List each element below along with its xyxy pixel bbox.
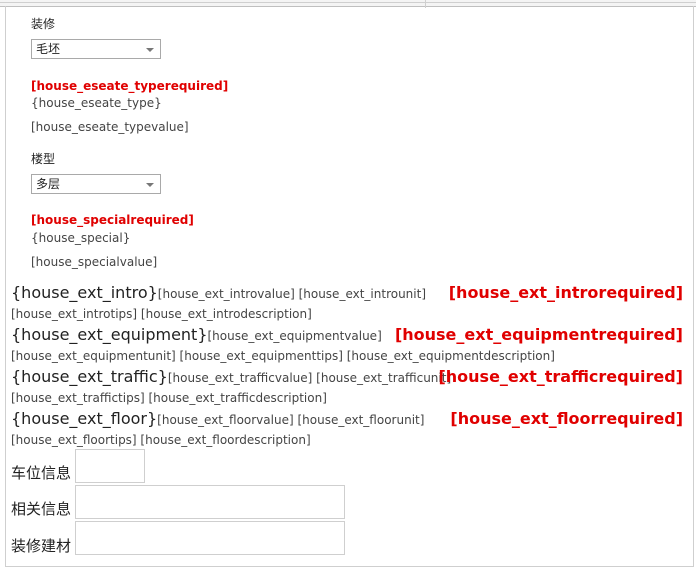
parking-info-label: 车位信息 — [11, 464, 72, 482]
house-ext-traffic-line2: [house_ext_traffictips] [house_ext_traff… — [11, 391, 327, 405]
building-type-label: 楼型 — [31, 152, 56, 166]
parking-info-input[interactable] — [75, 449, 145, 483]
decoration-materials-label: 装修建材 — [11, 537, 72, 555]
building-type-select-value: 多层 — [36, 177, 61, 191]
house-ext-equipment-field: {house_ext_equipment}[house_ext_equipmen… — [11, 325, 382, 344]
decoration-label: 装修 — [31, 17, 56, 31]
chevron-down-icon — [146, 183, 154, 187]
house-eseate-type-required: [house_eseate_typerequired] — [31, 79, 229, 93]
house-ext-floor-required: [house_ext_floorrequired] — [450, 409, 683, 428]
house-ext-traffic-required: [house_ext_trafficrequired] — [438, 367, 683, 386]
house-eseate-type-field: {house_eseate_type} — [31, 96, 162, 110]
related-info-label: 相关信息 — [11, 500, 72, 518]
house-ext-traffic-field: {house_ext_traffic}[house_ext_trafficval… — [11, 367, 452, 386]
house-ext-intro-inline: [house_ext_introvalue] [house_ext_introu… — [157, 287, 427, 301]
decoration-select-value: 毛坯 — [36, 42, 61, 56]
house-ext-intro-field: {house_ext_intro}[house_ext_introvalue] … — [11, 283, 427, 302]
chevron-down-icon — [146, 48, 154, 52]
house-ext-equipment-inline: [house_ext_equipmentvalue] — [207, 329, 382, 343]
house-eseate-type-value: [house_eseate_typevalue] — [31, 120, 189, 134]
house-ext-intro-required: [house_ext_introrequired] — [448, 283, 683, 302]
house-ext-equipment-required: [house_ext_equipmentrequired] — [394, 325, 683, 344]
related-info-input[interactable] — [75, 485, 345, 519]
house-ext-intro-line2: [house_ext_introtips] [house_ext_introde… — [11, 307, 312, 321]
house-ext-floor-field: {house_ext_floor}[house_ext_floorvalue] … — [11, 409, 425, 428]
decoration-materials-input[interactable] — [75, 521, 345, 555]
house-special-field: {house_special} — [31, 231, 131, 245]
building-type-select[interactable]: 多层 — [31, 174, 161, 194]
house-special-value: [house_specialvalue] — [31, 255, 158, 269]
house-ext-traffic-inline: [house_ext_trafficvalue] [house_ext_traf… — [167, 371, 452, 385]
decoration-select[interactable]: 毛坯 — [31, 39, 161, 59]
house-ext-equipment-line2: [house_ext_equipmentunit] [house_ext_equ… — [11, 349, 555, 363]
house-ext-floor-inline: [house_ext_floorvalue] [house_ext_flooru… — [157, 413, 425, 427]
house-special-required: [house_specialrequired] — [31, 213, 194, 227]
house-ext-floor-line2: [house_ext_floortips] [house_ext_floorde… — [11, 433, 311, 447]
